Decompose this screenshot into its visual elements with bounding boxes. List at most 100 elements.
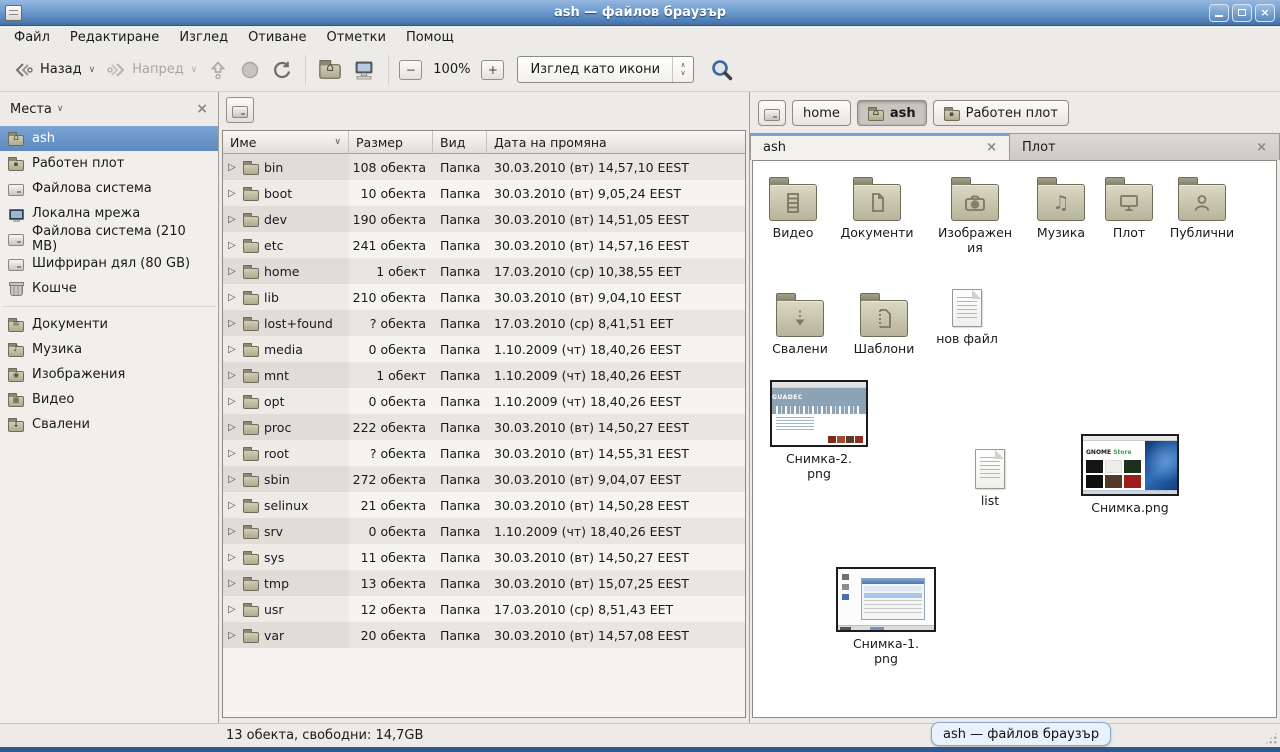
folder-item-public[interactable]: Публични (1162, 173, 1242, 240)
titlebar[interactable]: ash — файлов браузър × (0, 0, 1280, 26)
expander-icon[interactable]: ▷ (228, 266, 238, 277)
breadcrumb-ash-button[interactable]: ash (857, 100, 927, 126)
tab-ash[interactable]: ash × (750, 133, 1010, 160)
sidebar-item-encrypted-80gb[interactable]: Шифриран дял (80 GB) (0, 251, 218, 276)
minimize-button[interactable] (1209, 4, 1229, 22)
table-row[interactable]: ▷ srv 0 обекта Папка 1.10.2009 (чт) 18,4… (223, 518, 745, 544)
home-button[interactable] (313, 56, 347, 83)
column-header-size[interactable]: Размер (349, 131, 433, 154)
sidebar-item-trash[interactable]: Кошче (0, 276, 218, 301)
file-item-snimka-1[interactable]: Снимка-1. png (836, 567, 936, 666)
table-row[interactable]: ▷ sbin 272 обекта Папка 30.03.2010 (вт) … (223, 466, 745, 492)
tab-close-icon[interactable]: × (1256, 140, 1267, 155)
table-row[interactable]: ▷ sys 11 обекта Папка 30.03.2010 (вт) 14… (223, 544, 745, 570)
sidebar-item-filesystem-210mb[interactable]: Файлова система (210 MB) (0, 226, 218, 251)
zoom-out-button[interactable]: − (399, 60, 422, 80)
expander-icon[interactable]: ▷ (228, 552, 238, 563)
table-row[interactable]: ▷ lost+found ? обекта Папка 17.03.2010 (… (223, 310, 745, 336)
sidebar-item-video[interactable]: Видео (0, 387, 218, 412)
expander-icon[interactable]: ▷ (228, 188, 238, 199)
table-row[interactable]: ▷ root ? обекта Папка 30.03.2010 (вт) 14… (223, 440, 745, 466)
expander-icon[interactable]: ▷ (228, 292, 238, 303)
column-header-date[interactable]: Дата на промяна (487, 131, 745, 154)
table-row[interactable]: ▷ etc 241 обекта Папка 30.03.2010 (вт) 1… (223, 232, 745, 258)
menu-go[interactable]: Отиване (238, 28, 316, 47)
table-row[interactable]: ▷ proc 222 обекта Папка 30.03.2010 (вт) … (223, 414, 745, 440)
table-row[interactable]: ▷ boot 10 обекта Папка 30.03.2010 (вт) 9… (223, 180, 745, 206)
sidebar-item-filesystem[interactable]: Файлова система (0, 176, 218, 201)
folder-item-pictures[interactable]: Изображен ия (935, 173, 1015, 255)
sidebar-item-pictures[interactable]: Изображения (0, 362, 218, 387)
expander-icon[interactable]: ▷ (228, 578, 238, 589)
menu-bookmarks[interactable]: Отметки (316, 28, 395, 47)
sidebar-item-documents[interactable]: Документи (0, 312, 218, 337)
table-row[interactable]: ▷ lib 210 обекта Папка 30.03.2010 (вт) 9… (223, 284, 745, 310)
root-drive-button[interactable] (226, 97, 254, 123)
expander-icon[interactable]: ▷ (228, 500, 238, 511)
file-item-snimka[interactable]: GNOME Store Снимка.png (1081, 434, 1179, 515)
file-item-list[interactable]: list (950, 449, 1030, 508)
up-button[interactable] (202, 55, 234, 85)
folder-item-video[interactable]: Видео (753, 173, 833, 240)
sidebar-item-music[interactable]: Музика (0, 337, 218, 362)
zoom-in-button[interactable]: + (481, 60, 504, 80)
expander-icon[interactable]: ▷ (228, 474, 238, 485)
maximize-button[interactable] (1232, 4, 1252, 22)
tab-plot[interactable]: Плот × (1010, 133, 1280, 160)
menu-file[interactable]: Файл (4, 28, 60, 47)
table-row[interactable]: ▷ selinux 21 обекта Папка 30.03.2010 (вт… (223, 492, 745, 518)
menu-view[interactable]: Изглед (169, 28, 238, 47)
resize-grip-icon[interactable] (1264, 731, 1278, 745)
table-row[interactable]: ▷ bin 108 обекта Папка 30.03.2010 (вт) 1… (223, 154, 745, 180)
back-button[interactable]: Назад ∨ (8, 55, 100, 85)
table-row[interactable]: ▷ home 1 обект Папка 17.03.2010 (ср) 10,… (223, 258, 745, 284)
column-header-type[interactable]: Вид (433, 131, 487, 154)
close-button[interactable]: × (1255, 4, 1275, 22)
expander-icon[interactable]: ▷ (228, 370, 238, 381)
expander-icon[interactable]: ▷ (228, 396, 238, 407)
table-row[interactable]: ▷ usr 12 обекта Папка 17.03.2010 (ср) 8,… (223, 596, 745, 622)
sidebar-item-ash[interactable]: ash (0, 126, 218, 151)
expander-icon[interactable]: ▷ (228, 318, 238, 329)
folder-item-documents[interactable]: Документи (837, 173, 917, 240)
table-row[interactable]: ▷ mnt 1 обект Папка 1.10.2009 (чт) 18,40… (223, 362, 745, 388)
file-item-snimka-2[interactable]: GUADEC Снимка-2. png (770, 380, 868, 481)
table-row[interactable]: ▷ dev 190 обекта Папка 30.03.2010 (вт) 1… (223, 206, 745, 232)
menu-help[interactable]: Помощ (396, 28, 464, 47)
forward-dropdown-icon[interactable]: ∨ (191, 65, 198, 75)
view-mode-select[interactable]: Изглед като икони ∧ ∨ (517, 56, 694, 83)
sidebar-dropdown-icon[interactable]: ∨ (57, 104, 64, 114)
breadcrumb-desktop-button[interactable]: Работен плот (933, 100, 1069, 126)
table-row[interactable]: ▷ opt 0 обекта Папка 1.10.2009 (чт) 18,4… (223, 388, 745, 414)
expander-icon[interactable]: ▷ (228, 422, 238, 433)
breadcrumb-root-button[interactable] (758, 100, 786, 126)
table-row[interactable]: ▷ media 0 обекта Папка 1.10.2009 (чт) 18… (223, 336, 745, 362)
sidebar-item-downloads[interactable]: Свалени (0, 412, 218, 437)
file-item-new-file[interactable]: нов файл (927, 289, 1007, 346)
menu-edit[interactable]: Редактиране (60, 28, 169, 47)
expander-icon[interactable]: ▷ (228, 240, 238, 251)
sidebar-close-icon[interactable]: × (196, 101, 208, 117)
expander-icon[interactable]: ▷ (228, 604, 238, 615)
computer-button[interactable] (347, 55, 381, 85)
folder-item-templates[interactable]: Шаблони (844, 289, 924, 356)
search-button[interactable] (704, 53, 740, 87)
expander-icon[interactable]: ▷ (228, 448, 238, 459)
view-mode-stepper-icon[interactable]: ∧ ∨ (672, 57, 693, 82)
sidebar-item-desktop[interactable]: Работен плот (0, 151, 218, 176)
breadcrumb-home-button[interactable]: home (792, 100, 851, 126)
expander-icon[interactable]: ▷ (228, 526, 238, 537)
column-header-name[interactable]: Име∨ (223, 131, 349, 154)
table-row[interactable]: ▷ tmp 13 обекта Папка 30.03.2010 (вт) 15… (223, 570, 745, 596)
expander-icon[interactable]: ▷ (228, 162, 238, 173)
back-dropdown-icon[interactable]: ∨ (89, 65, 96, 75)
reload-button[interactable] (266, 55, 298, 85)
folder-item-desktop[interactable]: Плот (1089, 173, 1169, 240)
stop-button[interactable] (234, 55, 266, 85)
folder-item-downloads[interactable]: Свалени (760, 289, 840, 356)
sidebar-item-network[interactable]: Локална мрежа (0, 201, 218, 226)
forward-button[interactable]: Напред ∨ (100, 55, 202, 85)
icon-view[interactable]: Видео Документи Изображен ия ♫ Музика Пл… (752, 160, 1277, 718)
sidebar-title[interactable]: Места (10, 102, 52, 117)
table-row[interactable]: ▷ var 20 обекта Папка 30.03.2010 (вт) 14… (223, 622, 745, 648)
